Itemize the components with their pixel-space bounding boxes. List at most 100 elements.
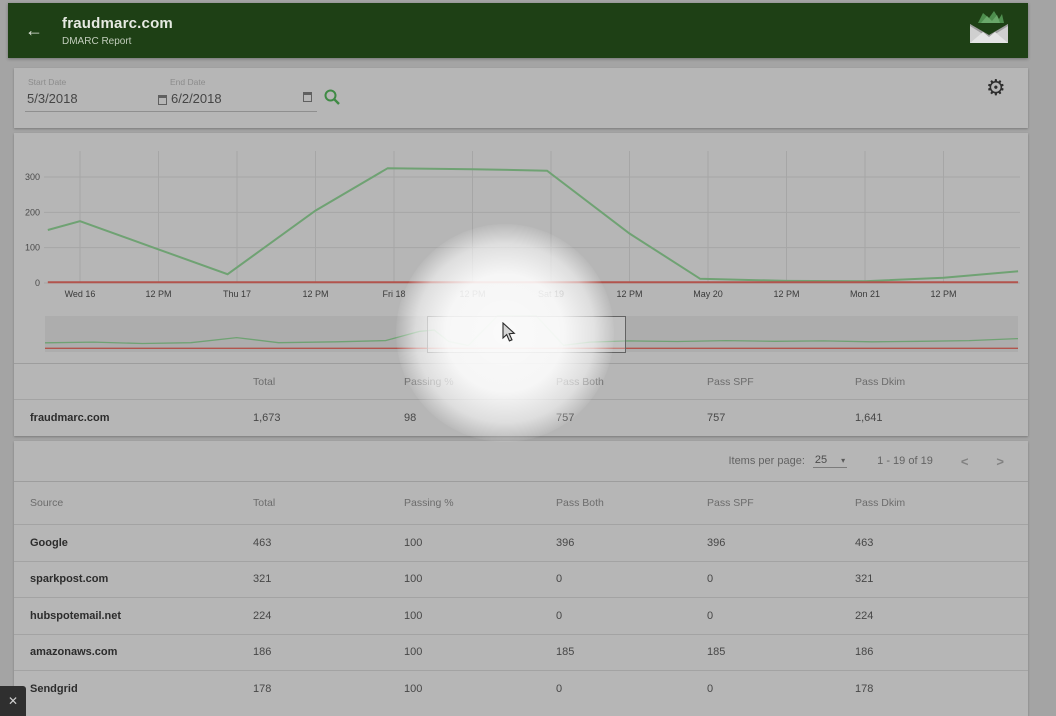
mouse-cursor-icon: [502, 322, 517, 348]
cell-value: 178: [253, 683, 404, 695]
source-col-header: Pass Dkim: [855, 497, 1028, 509]
open-envelope-logo-icon: [966, 9, 1012, 52]
cell-value: 178: [855, 683, 1028, 695]
source-col-header: Passing %: [404, 497, 556, 509]
cell-value: 224: [253, 610, 404, 622]
back-button[interactable]: ←: [22, 20, 46, 41]
cell-value: 0: [556, 683, 707, 695]
source-col-header: Pass SPF: [707, 497, 855, 509]
start-date-label: Start Date: [28, 77, 66, 87]
row-label: Google: [30, 537, 253, 549]
svg-text:Mon 21: Mon 21: [850, 289, 880, 299]
cell-value: 396: [707, 537, 855, 549]
svg-text:0: 0: [35, 278, 40, 288]
date-toolbar: Start Date 5/3/2018 End Date 6/2/2018 ⚙: [14, 68, 1028, 128]
svg-text:200: 200: [25, 207, 40, 217]
svg-text:12 PM: 12 PM: [459, 289, 485, 299]
previous-page-button[interactable]: <: [961, 454, 969, 469]
summary-col-header: Total: [253, 376, 404, 388]
end-date-label: End Date: [170, 77, 205, 87]
cell-value: 0: [707, 610, 855, 622]
settings-gear-icon[interactable]: ⚙: [986, 76, 1006, 101]
end-date-input[interactable]: 6/2/2018: [158, 91, 222, 106]
items-per-page-label: Items per page:: [728, 455, 804, 467]
source-table-row: hubspotemail.net22410000224: [14, 597, 1028, 634]
cell-value: 185: [556, 646, 707, 658]
summary-col-header: Passing %: [404, 376, 556, 388]
cell-value: 186: [855, 646, 1028, 658]
close-icon: ✕: [8, 694, 18, 708]
brush-selection-handle[interactable]: [427, 316, 626, 353]
chart-panel: 0 100 200 300 Wed 16 12 PM Thu 17 12 PM Fri 18 12…: [14, 133, 1028, 436]
svg-text:Sat 19: Sat 19: [538, 289, 564, 299]
search-button[interactable]: [323, 88, 341, 111]
svg-text:Wed 16: Wed 16: [65, 289, 96, 299]
source-table-row: amazonaws.com186100185185186: [14, 634, 1028, 671]
cell-value: 757: [707, 412, 855, 424]
source-table-body: Google463100396396463sparkpost.com321100…: [14, 524, 1028, 707]
svg-text:May 20: May 20: [693, 289, 723, 299]
source-col-header: Pass Both: [556, 497, 707, 509]
cell-value: 463: [855, 537, 1028, 549]
app-header: ← fraudmarc.com DMARC Report: [8, 3, 1028, 58]
cell-value: 757: [556, 412, 707, 424]
page-title: fraudmarc.com: [62, 15, 173, 32]
cell-value: 1,641: [855, 412, 1028, 424]
summary-col-header: Pass SPF: [707, 376, 855, 388]
cell-value: 100: [404, 573, 556, 585]
summary-table-row: fraudmarc.com1,673987577571,641: [14, 399, 1028, 436]
svg-text:12 PM: 12 PM: [145, 289, 171, 299]
cell-value: 100: [404, 610, 556, 622]
cell-value: 0: [556, 610, 707, 622]
summary-col-header: Pass Both: [556, 376, 707, 388]
row-label: sparkpost.com: [30, 573, 253, 585]
source-col-header: Total: [253, 497, 404, 509]
cell-value: 0: [556, 573, 707, 585]
calendar-picker-icon[interactable]: [303, 92, 312, 102]
cell-value: 321: [253, 573, 404, 585]
svg-text:Fri 18: Fri 18: [382, 289, 405, 299]
source-table-row: Google463100396396463: [14, 524, 1028, 561]
summary-col-header: Pass Dkim: [855, 376, 1028, 388]
row-label: Sendgrid: [30, 683, 253, 695]
cell-value: 0: [707, 683, 855, 695]
svg-text:300: 300: [25, 172, 40, 182]
cell-value: 1,673: [253, 412, 404, 424]
source-table-header: Source Total Passing % Pass Both Pass SP…: [14, 482, 1028, 524]
svg-text:12 PM: 12 PM: [616, 289, 642, 299]
cell-value: 186: [253, 646, 404, 658]
summary-table-header: Total Passing % Pass Both Pass SPF Pass …: [14, 363, 1028, 399]
cell-value: 100: [404, 683, 556, 695]
date-field-underline: [25, 111, 317, 112]
svg-text:100: 100: [25, 243, 40, 253]
cell-value: 321: [855, 573, 1028, 585]
next-page-button[interactable]: >: [996, 454, 1004, 469]
page-range-label: 1 - 19 of 19: [877, 455, 933, 467]
cell-value: 396: [556, 537, 707, 549]
source-table-row: Sendgrid17810000178: [14, 670, 1028, 707]
page-subtitle: DMARC Report: [62, 36, 173, 47]
cell-value: 100: [404, 537, 556, 549]
cell-value: 100: [404, 646, 556, 658]
chevron-down-icon: ▾: [841, 456, 845, 465]
cell-value: 185: [707, 646, 855, 658]
calendar-icon: [158, 95, 167, 105]
svg-text:Thu 17: Thu 17: [223, 289, 251, 299]
svg-text:12 PM: 12 PM: [773, 289, 799, 299]
paginator: Items per page: 25 ▾ 1 - 19 of 19 < >: [14, 441, 1028, 482]
source-col-header: Source: [30, 497, 253, 509]
close-overlay-button[interactable]: ✕: [0, 686, 26, 716]
row-label: hubspotemail.net: [30, 610, 253, 622]
cell-value: 0: [707, 573, 855, 585]
row-label: fraudmarc.com: [30, 412, 253, 424]
sources-panel: Items per page: 25 ▾ 1 - 19 of 19 < > So…: [14, 441, 1028, 716]
source-table-row: sparkpost.com32110000321: [14, 561, 1028, 598]
start-date-input[interactable]: 5/3/2018: [27, 91, 78, 106]
cell-value: 98: [404, 412, 556, 424]
cell-value: 463: [253, 537, 404, 549]
row-label: amazonaws.com: [30, 646, 253, 658]
header-titles: fraudmarc.com DMARC Report: [62, 15, 173, 47]
svg-text:12 PM: 12 PM: [302, 289, 328, 299]
page-size-select[interactable]: 25 ▾: [813, 454, 847, 468]
svg-text:12 PM: 12 PM: [930, 289, 956, 299]
